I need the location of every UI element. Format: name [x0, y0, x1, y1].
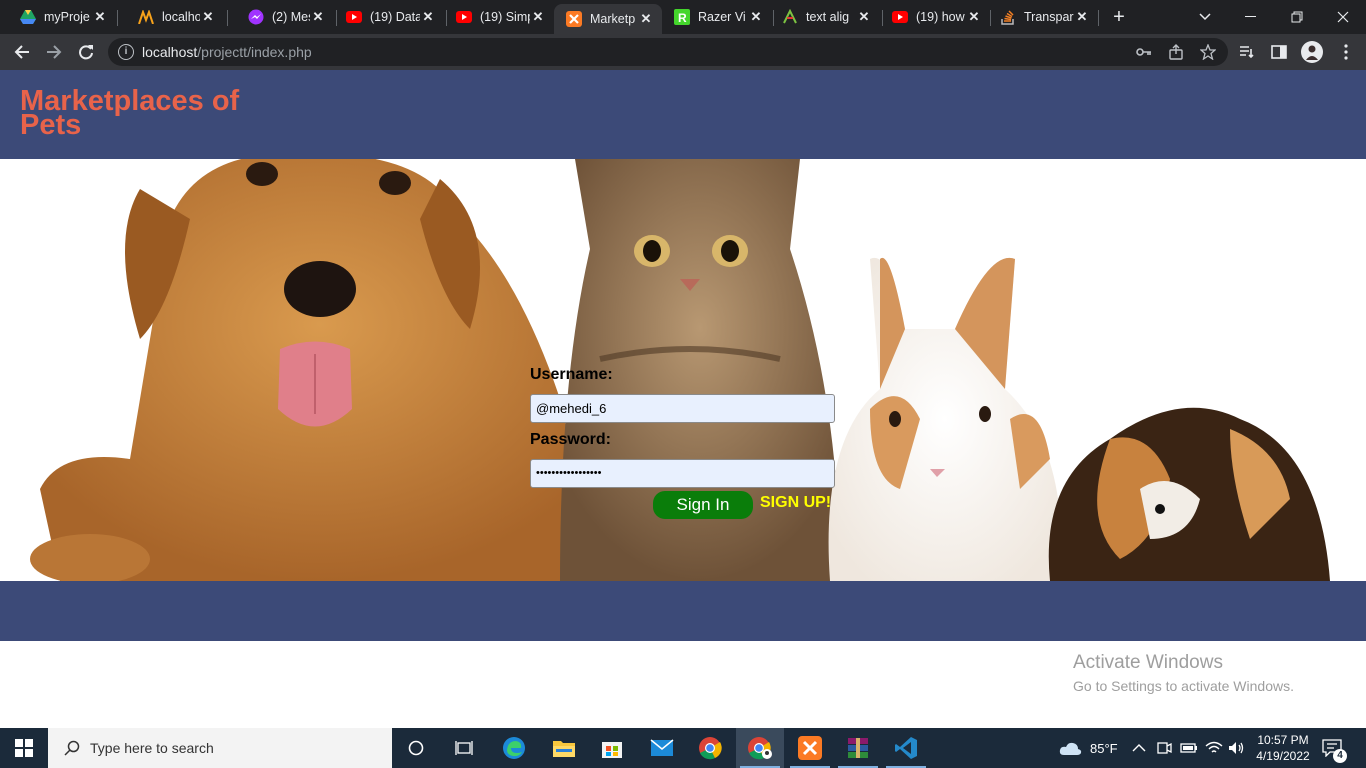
- tab-youtube-simple[interactable]: (19) Simp ✕: [436, 0, 554, 34]
- show-hidden-icons[interactable]: [1132, 728, 1146, 768]
- site-title: Marketplaces of Pets: [20, 85, 240, 141]
- tab-youtube-how[interactable]: (19) how ✕: [872, 0, 990, 34]
- cortana-icon[interactable]: [392, 728, 440, 768]
- site-footer: [0, 581, 1366, 641]
- youtube-icon: [456, 9, 472, 25]
- tab-close-icon[interactable]: ✕: [200, 9, 216, 25]
- profile-avatar[interactable]: [1298, 38, 1326, 66]
- activate-windows-watermark: Activate Windows Go to Settings to activ…: [1073, 652, 1294, 694]
- edge-icon[interactable]: [490, 728, 538, 768]
- battery-icon[interactable]: [1180, 728, 1198, 768]
- tab-localhost[interactable]: localhos ✕: [118, 0, 224, 34]
- generic-site-icon: [782, 9, 798, 25]
- search-icon: [62, 738, 82, 758]
- volume-icon[interactable]: [1228, 728, 1246, 768]
- mail-icon[interactable]: [638, 728, 686, 768]
- phpmyadmin-icon: [138, 9, 154, 25]
- username-field[interactable]: @mehedi_6: [530, 394, 835, 423]
- svg-text:R: R: [678, 11, 687, 25]
- site-header: Marketplaces of Pets: [0, 70, 1366, 159]
- watermark-subtitle: Go to Settings to activate Windows.: [1073, 678, 1294, 694]
- file-explorer-icon[interactable]: [540, 728, 588, 768]
- tab-close-icon[interactable]: ✕: [310, 9, 326, 25]
- wifi-icon[interactable]: [1205, 728, 1223, 768]
- key-icon[interactable]: [1134, 42, 1154, 62]
- store-icon[interactable]: [588, 728, 636, 768]
- back-button[interactable]: [8, 38, 36, 66]
- share-icon[interactable]: [1166, 42, 1186, 62]
- search-placeholder: Type here to search: [90, 740, 214, 756]
- password-field[interactable]: •••••••••••••••••: [530, 459, 835, 488]
- tab-close-icon[interactable]: ✕: [420, 9, 436, 25]
- browser-tab-strip: myProje ✕ localhos ✕ (2) Mess ✕ (19) Dat…: [0, 0, 1366, 34]
- new-tab-button[interactable]: +: [1108, 6, 1130, 28]
- reading-list-icon[interactable]: [1233, 38, 1261, 66]
- tab-marketplaces[interactable]: Marketp ✕: [554, 4, 662, 34]
- tab-razer[interactable]: R Razer Vi ✕: [654, 0, 772, 34]
- bookmark-star-icon[interactable]: [1198, 42, 1218, 62]
- browser-toolbar: i localhost/projectt/index.php: [0, 34, 1366, 70]
- sign-up-link[interactable]: SIGN UP!: [760, 494, 831, 512]
- close-window-button[interactable]: [1320, 0, 1366, 34]
- notification-center[interactable]: 4: [1322, 728, 1347, 768]
- watermark-title: Activate Windows: [1073, 652, 1223, 673]
- tab-text-align[interactable]: text alig ✕: [762, 0, 880, 34]
- messenger-icon: [248, 9, 264, 25]
- chevron-up-icon: [1132, 744, 1146, 752]
- tab-transparent[interactable]: Transpar ✕: [980, 0, 1098, 34]
- tab-close-icon[interactable]: ✕: [638, 11, 654, 27]
- tab-close-icon[interactable]: ✕: [856, 9, 872, 25]
- taskbar-search-box[interactable]: Type here to search: [48, 728, 392, 768]
- pets-hero-image: Username: @mehedi_6 Password: ••••••••••…: [0, 159, 1366, 581]
- google-drive-icon: [20, 9, 36, 25]
- tab-search-icon[interactable]: [1182, 0, 1228, 34]
- tab-messenger[interactable]: (2) Mess ✕: [228, 0, 334, 34]
- task-view-icon[interactable]: [440, 728, 488, 768]
- stackoverflow-icon: [1000, 9, 1016, 25]
- minimize-button[interactable]: [1228, 0, 1274, 34]
- clock-date: 4/19/2022: [1256, 749, 1310, 763]
- url-text[interactable]: localhost/projectt/index.php: [142, 44, 312, 60]
- weather-temperature: 85°F: [1090, 740, 1118, 756]
- menu-kebab-icon[interactable]: [1332, 38, 1360, 66]
- tab-youtube-data[interactable]: (19) Data ✕: [326, 0, 444, 34]
- reload-icon: [79, 45, 93, 60]
- sign-in-button[interactable]: Sign In: [653, 491, 753, 519]
- username-label: Username:: [530, 366, 613, 383]
- start-button[interactable]: [0, 728, 48, 768]
- clock-time: 10:57 PM: [1257, 733, 1309, 747]
- notification-count-badge: 4: [1333, 749, 1347, 763]
- windows-taskbar: Type here to search 85°F 10:57 PM 4/19/2…: [0, 728, 1366, 768]
- web-page: Marketplaces of Pets Username: @mehedi_6…: [0, 70, 1366, 728]
- forward-arrow-icon: [47, 45, 62, 59]
- chrome-profile-icon[interactable]: [736, 728, 784, 768]
- forward-button[interactable]: [40, 38, 68, 66]
- weather-widget[interactable]: 85°F: [1058, 728, 1118, 768]
- cloud-icon: [1059, 742, 1082, 755]
- meet-now-icon[interactable]: [1156, 728, 1172, 768]
- restore-button[interactable]: [1274, 0, 1320, 34]
- reload-button[interactable]: [72, 38, 100, 66]
- tab-myproject[interactable]: myProje ✕: [0, 0, 116, 34]
- password-label: Password:: [530, 431, 611, 448]
- tab-close-icon[interactable]: ✕: [1074, 9, 1090, 25]
- clock[interactable]: 10:57 PM 4/19/2022: [1252, 728, 1314, 768]
- xampp-icon: [566, 11, 582, 27]
- address-bar[interactable]: i localhost/projectt/index.php: [108, 38, 1228, 66]
- tab-close-icon[interactable]: ✕: [530, 9, 546, 25]
- login-form: Username: @mehedi_6 Password: ••••••••••…: [530, 366, 840, 519]
- windows-logo-icon: [15, 739, 33, 757]
- youtube-icon: [892, 9, 908, 25]
- tab-close-icon[interactable]: ✕: [92, 9, 108, 25]
- winrar-icon[interactable]: [834, 728, 882, 768]
- side-panel-icon[interactable]: [1265, 38, 1293, 66]
- youtube-icon: [346, 9, 362, 25]
- vscode-icon[interactable]: [882, 728, 930, 768]
- site-info-icon[interactable]: i: [118, 44, 134, 60]
- razer-icon: R: [674, 9, 690, 25]
- xampp-taskbar-icon[interactable]: [786, 728, 834, 768]
- back-arrow-icon: [14, 45, 29, 59]
- chrome-icon[interactable]: [686, 728, 734, 768]
